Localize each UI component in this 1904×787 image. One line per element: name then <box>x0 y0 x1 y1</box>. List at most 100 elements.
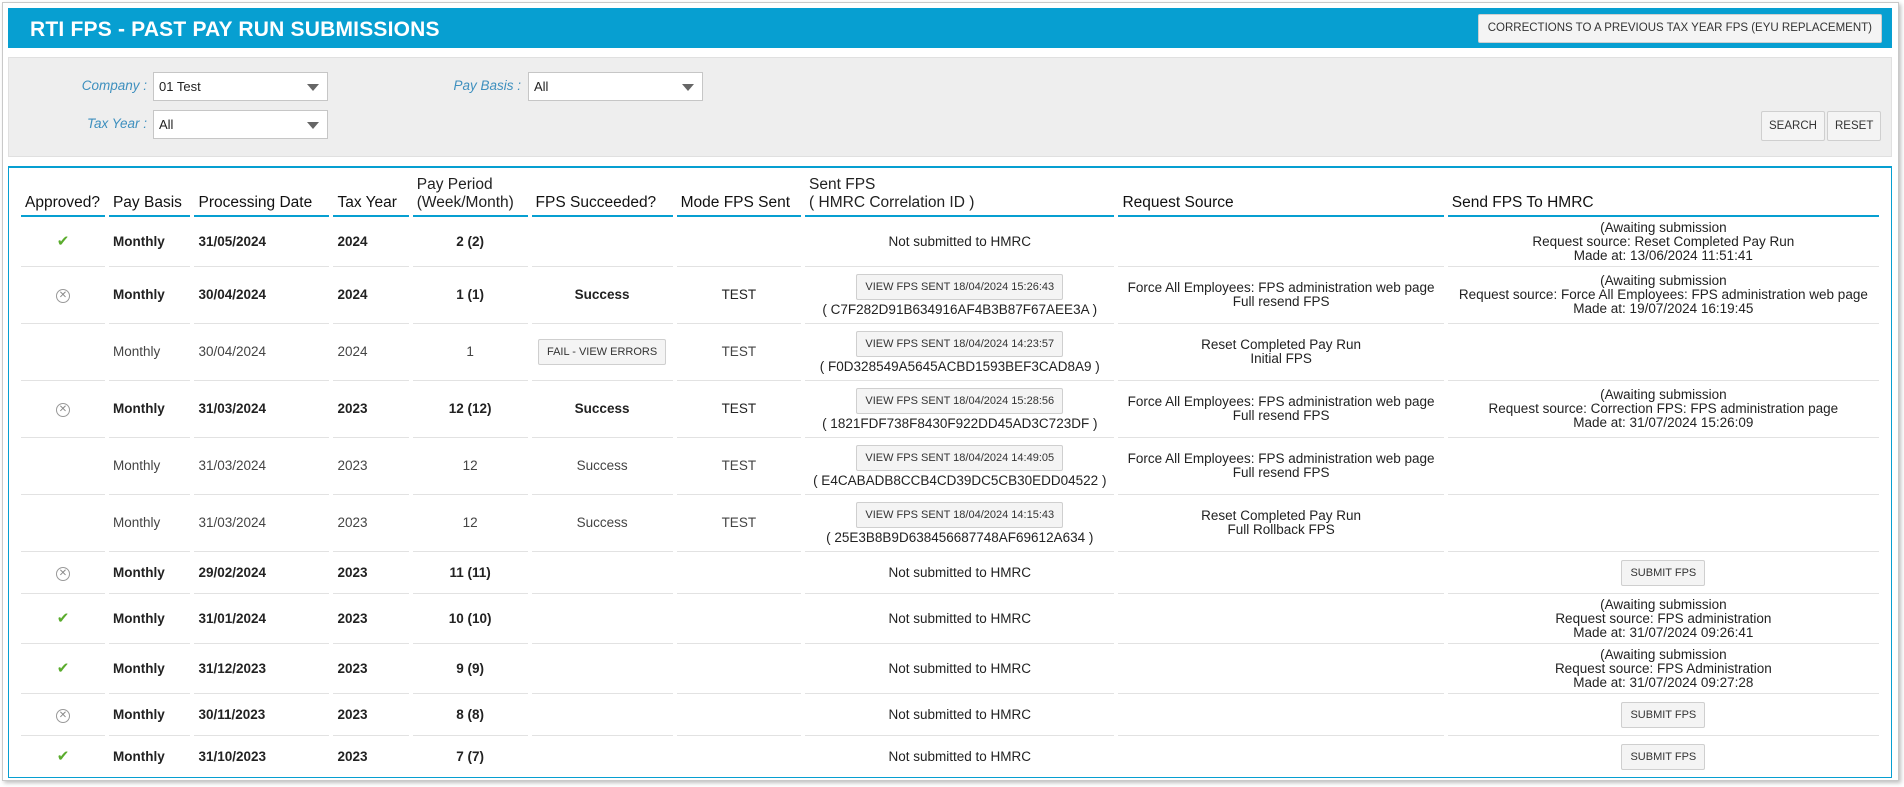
tax-year-cell: 2023 <box>333 736 408 777</box>
sent-fps-cell: VIEW FPS SENT 18/04/2024 14:23:57( F0D32… <box>805 324 1115 381</box>
pay-basis-cell: Monthly <box>108 552 191 594</box>
fps-succeeded-cell: Success <box>531 495 673 552</box>
pay-period-cell: 1 (1) <box>412 267 528 324</box>
col-pay-basis: Pay Basis <box>108 176 191 217</box>
view-fps-sent-button[interactable]: VIEW FPS SENT 18/04/2024 15:26:43 <box>856 273 1064 300</box>
view-fps-sent-button[interactable]: VIEW FPS SENT 18/04/2024 15:28:56 <box>856 387 1064 414</box>
tax-year-cell: 2023 <box>333 438 409 495</box>
pay-basis-label: Pay Basis : <box>453 78 521 93</box>
filter-panel: Company : 01 Test Pay Basis : All Tax Ye… <box>8 57 1892 157</box>
view-fps-sent-button[interactable]: VIEW FPS SENT 18/04/2024 14:49:05 <box>856 444 1064 471</box>
chevron-down-icon <box>307 122 319 129</box>
request-source-line1: Force All Employees: FPS administration … <box>1127 280 1435 295</box>
tax-year-cell: 2023 <box>333 644 409 694</box>
send-made-at: Made at: 31/07/2024 09:27:28 <box>1573 674 1754 690</box>
send-request-source: Request source: Correction FPS: FPS admi… <box>1488 401 1839 416</box>
tax-year-select-value: All <box>159 117 174 132</box>
search-button[interactable]: SEARCH <box>1761 111 1825 141</box>
submit-fps-button[interactable]: SUBMIT FPS <box>1621 559 1706 586</box>
send-fps-cell: SUBMIT FPS <box>1447 694 1879 736</box>
sent-fps-cell: VIEW FPS SENT 18/04/2024 14:15:43( 25E3B… <box>805 495 1115 552</box>
request-source-cell: Force All Employees: FPS administration … <box>1118 438 1444 495</box>
view-fps-sent-button[interactable]: VIEW FPS SENT 18/04/2024 14:15:43 <box>856 501 1064 528</box>
pay-period-cell: 1 <box>412 324 528 381</box>
col-processing-date: Processing Date <box>194 176 330 217</box>
processing-date-cell: 30/04/2024 <box>194 267 330 324</box>
col-mode: Mode FPS Sent <box>676 176 802 217</box>
col-sent-fps: Sent FPS( HMRC Correlation ID ) <box>805 176 1115 217</box>
pay-basis-select-value: All <box>534 79 549 94</box>
send-made-at: Made at: 31/07/2024 15:26:09 <box>1573 415 1754 430</box>
unapproved-icon: ✕ <box>55 289 70 303</box>
pay-period-cell: 10 (10) <box>412 594 528 644</box>
col-pay-period-line2: (Week/Month) <box>416 194 514 211</box>
request-source-line1: Reset Completed Pay Run <box>1201 337 1362 352</box>
processing-date-cell: 30/11/2023 <box>194 694 330 736</box>
processing-date-cell: 30/04/2024 <box>194 324 330 381</box>
table-row: Monthly 30/04/2024 2024 1 FAIL - VIEW ER… <box>21 324 1879 381</box>
send-fps-cell: (Awaiting submission Request source: Forc… <box>1447 267 1879 324</box>
tax-year-cell: 2023 <box>333 495 409 552</box>
tax-year-cell: 2024 <box>333 217 409 267</box>
correlation-id: ( 25E3B8B9D638456687748AF69612A634 ) <box>826 529 1094 545</box>
correlation-id: ( 1821FDF738F8430F922DD45AD3C723DF ) <box>822 415 1098 431</box>
send-request-source: Request source: FPS administration <box>1555 610 1772 626</box>
chevron-down-icon <box>307 84 319 91</box>
send-status: (Awaiting submission <box>1600 273 1727 288</box>
company-label: Company : <box>81 78 147 93</box>
fps-succeeded-cell: Success <box>531 438 673 495</box>
request-source-line2: Initial FPS <box>1250 351 1312 366</box>
pay-period-cell: 7 (7) <box>413 736 528 777</box>
processing-date-cell: 31/03/2024 <box>194 438 330 495</box>
submit-fps-button[interactable]: SUBMIT FPS <box>1621 701 1706 728</box>
request-source-line2: Full resend FPS <box>1232 294 1330 309</box>
company-select[interactable]: 01 Test <box>153 72 328 101</box>
submissions-table: Approved? Pay Basis Processing Date Tax … <box>17 176 1883 777</box>
request-source-cell: Force All Employees: FPS administration … <box>1118 381 1444 438</box>
pay-basis-cell: Monthly <box>108 694 191 736</box>
pay-basis-cell: Monthly <box>108 438 191 495</box>
processing-date-cell: 31/05/2024 <box>194 217 330 267</box>
page-title: RTI FPS - PAST PAY RUN SUBMISSIONS <box>30 18 440 41</box>
correlation-id: ( C7F282D91B634916AF4B3B87F67AEE3A ) <box>822 301 1098 317</box>
send-made-at: Made at: 31/07/2024 09:26:41 <box>1573 624 1754 640</box>
check-icon: ✔ <box>56 232 70 250</box>
table-header-row: Approved? Pay Basis Processing Date Tax … <box>21 176 1879 217</box>
request-source-line2: Full resend FPS <box>1232 408 1330 423</box>
company-select-value: 01 Test <box>159 79 201 94</box>
check-icon: ✔ <box>56 747 70 765</box>
mode-cell: TEST <box>676 495 802 552</box>
send-fps-cell: (Awaiting submission Request source: Rese… <box>1447 217 1879 267</box>
pay-basis-cell: Monthly <box>108 594 191 644</box>
fail-view-errors-button[interactable]: FAIL - VIEW ERRORS <box>537 339 667 365</box>
sent-fps-cell: VIEW FPS SENT 18/04/2024 15:26:43( C7F28… <box>805 267 1115 324</box>
pay-period-cell: 11 (11) <box>412 552 528 594</box>
reset-button[interactable]: RESET <box>1827 111 1882 141</box>
pay-basis-select[interactable]: All <box>528 72 703 101</box>
processing-date-cell: 31/03/2024 <box>194 381 330 438</box>
table-row: ✔ Monthly 31/10/2023 2023 7 (7) Not subm… <box>21 736 1879 777</box>
mode-cell: TEST <box>676 381 802 438</box>
mode-cell: TEST <box>676 438 802 495</box>
request-source-cell: Reset Completed Pay Run Initial FPS <box>1118 324 1444 381</box>
col-pay-period-line1: Pay Period <box>416 176 493 193</box>
table-row: ✔ Monthly 31/12/2023 2023 9 (9) Not subm… <box>21 644 1879 694</box>
sent-fps-cell: Not submitted to HMRC <box>805 644 1115 694</box>
corrections-previous-tax-year-button[interactable]: CORRECTIONS TO A PREVIOUS TAX YEAR FPS (… <box>1477 14 1882 43</box>
sent-fps-cell: Not submitted to HMRC <box>805 552 1115 594</box>
mode-cell: TEST <box>676 267 802 324</box>
send-request-source: Request source: Reset Completed Pay Run <box>1532 233 1795 249</box>
unapproved-icon: ✕ <box>55 566 70 581</box>
check-icon: ✔ <box>56 609 70 627</box>
view-fps-sent-button[interactable]: VIEW FPS SENT 18/04/2024 14:23:57 <box>856 330 1064 357</box>
page-header: RTI FPS - PAST PAY RUN SUBMISSIONS CORRE… <box>8 8 1892 48</box>
chevron-down-icon <box>682 84 694 91</box>
tax-year-select[interactable]: All <box>153 110 328 139</box>
col-sent-fps-line1: Sent FPS <box>809 176 876 193</box>
request-source-line2: Full resend FPS <box>1232 465 1330 480</box>
unapproved-icon: ✕ <box>55 403 70 417</box>
sent-fps-cell: Not submitted to HMRC <box>805 736 1114 777</box>
pay-basis-cell: Monthly <box>108 495 191 552</box>
submit-fps-button[interactable]: SUBMIT FPS <box>1621 743 1706 770</box>
send-fps-cell: SUBMIT FPS <box>1448 736 1879 777</box>
